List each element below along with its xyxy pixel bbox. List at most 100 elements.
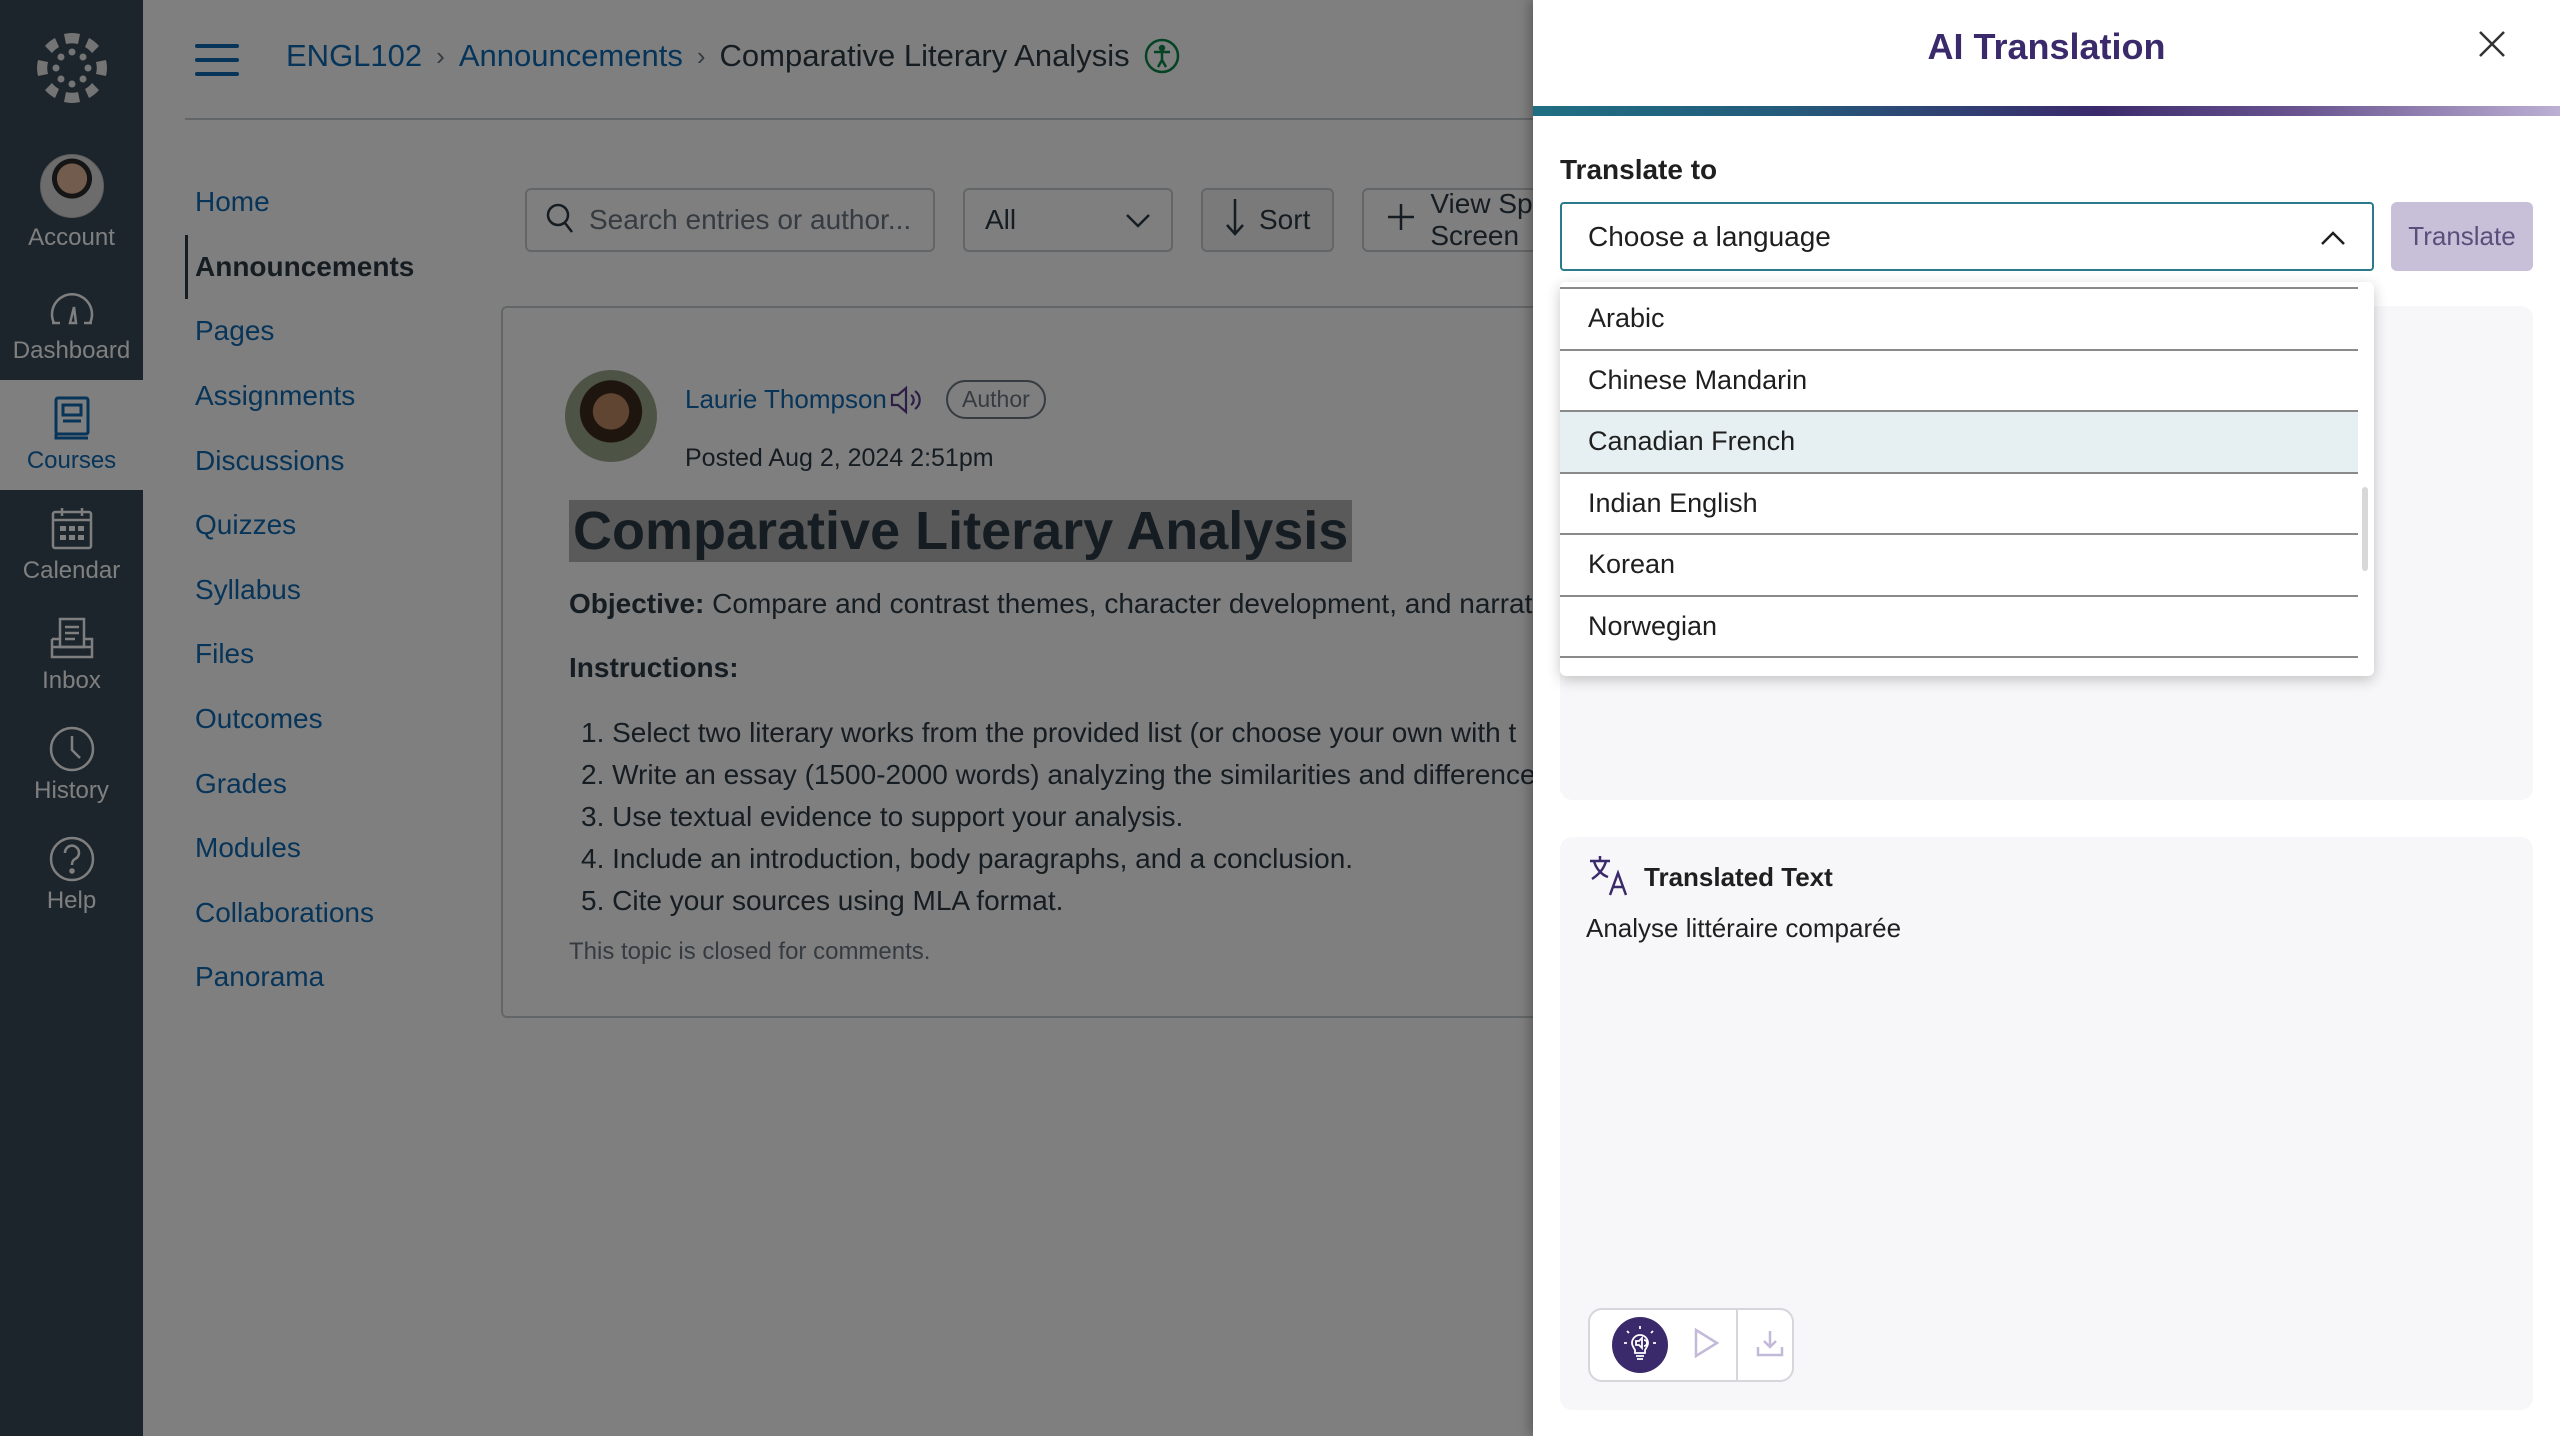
author-avatar[interactable] xyxy=(565,370,657,462)
breadcrumb-course-link[interactable]: ENGL102 xyxy=(286,38,422,74)
language-option-chinese-mandarin[interactable]: Chinese Mandarin xyxy=(1560,351,2358,412)
language-option-canadian-french[interactable]: Canadian French xyxy=(1560,412,2358,474)
nav-calendar-label: Calendar xyxy=(22,557,121,584)
play-icon xyxy=(1692,1327,1720,1364)
translated-text-title: Translated Text xyxy=(1644,862,1833,892)
nav-courses-label: Courses xyxy=(26,447,117,474)
ai-translation-panel: AI Translation Translate to Choose a lan… xyxy=(1533,0,2560,1436)
course-nav: Home Announcements Pages Assignments Dis… xyxy=(185,170,425,1010)
instruction-item: 4. Include an introduction, body paragra… xyxy=(581,843,1354,874)
sort-button[interactable]: Sort xyxy=(1201,188,1335,252)
nav-account[interactable]: Account xyxy=(0,148,143,258)
announcement-post: Laurie Thompson Author Posted Aug 2, 202… xyxy=(501,306,1601,1018)
language-option-list: Arabic Chinese Mandarin Canadian French … xyxy=(1560,289,2358,658)
download-icon xyxy=(1755,1328,1785,1363)
author-name-row: Laurie Thompson xyxy=(685,384,925,415)
objective-label: Objective: xyxy=(569,588,705,619)
language-select[interactable]: Choose a language xyxy=(1560,202,2374,271)
close-button[interactable] xyxy=(2472,26,2512,66)
objective-text: Compare and contrast themes, character d… xyxy=(704,588,1569,619)
global-nav: Account Dashboard Courses Calendar Inbox… xyxy=(0,0,143,1436)
course-nav-discussions[interactable]: Discussions xyxy=(185,428,425,493)
course-nav-announcements[interactable]: Announcements xyxy=(185,234,425,300)
translate-button[interactable]: Translate xyxy=(2391,202,2533,271)
dropdown-scrollbar[interactable] xyxy=(2362,487,2368,571)
search-input[interactable] xyxy=(589,204,909,236)
play-button[interactable] xyxy=(1688,1327,1724,1363)
filter-select[interactable]: All xyxy=(963,188,1173,252)
language-option-indian-english[interactable]: Indian English xyxy=(1560,474,2358,535)
post-date: Posted Aug 2, 2024 2:51pm xyxy=(685,444,994,472)
post-objective: Objective: Compare and contrast themes, … xyxy=(569,588,1568,620)
search-box xyxy=(525,188,935,252)
language-dropdown: Arabic Chinese Mandarin Canadian French … xyxy=(1560,282,2374,676)
course-nav-syllabus[interactable]: Syllabus xyxy=(185,558,425,623)
course-nav-quizzes[interactable]: Quizzes xyxy=(185,493,425,558)
course-nav-home[interactable]: Home xyxy=(185,170,425,235)
translate-to-label: Translate to xyxy=(1560,154,1718,185)
arrow-down-icon xyxy=(1225,197,1245,244)
lightbulb-speaker-icon xyxy=(1620,1323,1660,1368)
audio-controls xyxy=(1588,1308,1794,1382)
nav-inbox[interactable]: Inbox xyxy=(0,600,143,710)
translated-text-output: Analyse littéraire comparée xyxy=(1586,913,1902,943)
download-button[interactable] xyxy=(1752,1327,1788,1363)
accessibility-icon[interactable] xyxy=(1144,38,1180,74)
nav-inbox-label: Inbox xyxy=(42,667,101,694)
nav-account-label: Account xyxy=(28,224,115,251)
course-nav-assignments[interactable]: Assignments xyxy=(185,364,425,429)
breadcrumb-separator: › xyxy=(436,40,445,71)
nav-dashboard[interactable]: Dashboard xyxy=(0,270,143,380)
calendar-icon xyxy=(48,505,96,553)
search-icon xyxy=(545,202,575,239)
course-nav-modules[interactable]: Modules xyxy=(185,816,425,881)
inbox-icon xyxy=(48,615,96,663)
panel-title: AI Translation xyxy=(1927,26,2166,67)
course-nav-pages[interactable]: Pages xyxy=(185,299,425,364)
author-name-link[interactable]: Laurie Thompson xyxy=(685,384,887,415)
speaker-icon[interactable] xyxy=(889,385,925,415)
audio-divider xyxy=(1736,1309,1738,1381)
post-title: Comparative Literary Analysis xyxy=(569,500,1353,562)
nav-calendar[interactable]: Calendar xyxy=(0,490,143,600)
course-nav-panorama[interactable]: Panorama xyxy=(185,945,425,1010)
gauge-icon xyxy=(48,285,96,333)
nav-dashboard-label: Dashboard xyxy=(12,337,131,364)
instruction-item: 2. Write an essay (1500-2000 words) anal… xyxy=(581,759,1550,790)
breadcrumb: ENGL102 › Announcements › Comparative Li… xyxy=(286,32,1180,80)
breadcrumb-separator: › xyxy=(696,40,706,71)
nav-help[interactable]: Help xyxy=(0,820,143,930)
chevron-down-icon xyxy=(1125,204,1151,236)
nav-courses[interactable]: Courses xyxy=(0,380,143,490)
read-aloud-button[interactable] xyxy=(1612,1317,1668,1373)
close-icon xyxy=(2477,29,2507,64)
closed-for-comments-note: This topic is closed for comments. xyxy=(569,938,931,965)
language-option-norwegian[interactable]: Norwegian xyxy=(1560,597,2358,658)
breadcrumb-current: Comparative Literary Analysis xyxy=(719,38,1130,73)
instructions-label: Instructions: xyxy=(569,652,739,683)
clock-icon xyxy=(48,725,96,773)
instruction-item: 1. Select two literary works from the pr… xyxy=(581,717,1517,748)
canvas-logo-icon[interactable] xyxy=(0,18,143,118)
instructions-list: 1. Select two literary works from the pr… xyxy=(569,712,1550,922)
hamburger-menu-icon[interactable] xyxy=(195,44,239,76)
translate-icon xyxy=(1586,853,1632,902)
nav-help-label: Help xyxy=(46,887,97,914)
header-gradient-bar xyxy=(1533,106,2560,116)
course-nav-grades[interactable]: Grades xyxy=(185,751,425,816)
main-content: ENGL102 › Announcements › Comparative Li… xyxy=(143,0,1663,1436)
discussion-toolbar: All Sort View Split Screen xyxy=(525,188,1663,252)
breadcrumb-announcements-link[interactable]: Announcements xyxy=(459,38,683,74)
language-option-arabic[interactable]: Arabic xyxy=(1560,289,2358,351)
translated-text-header: Translated Text xyxy=(1586,853,1833,902)
header-divider xyxy=(185,118,1533,120)
sort-button-label: Sort xyxy=(1259,204,1311,235)
course-nav-files[interactable]: Files xyxy=(185,622,425,687)
course-nav-collaborations[interactable]: Collaborations xyxy=(185,881,425,946)
language-option-korean[interactable]: Korean xyxy=(1560,535,2358,597)
chevron-up-icon xyxy=(2320,221,2346,253)
plus-icon xyxy=(1386,202,1416,239)
nav-history[interactable]: History xyxy=(0,710,143,820)
nav-history-label: History xyxy=(34,777,109,804)
course-nav-outcomes[interactable]: Outcomes xyxy=(185,687,425,752)
